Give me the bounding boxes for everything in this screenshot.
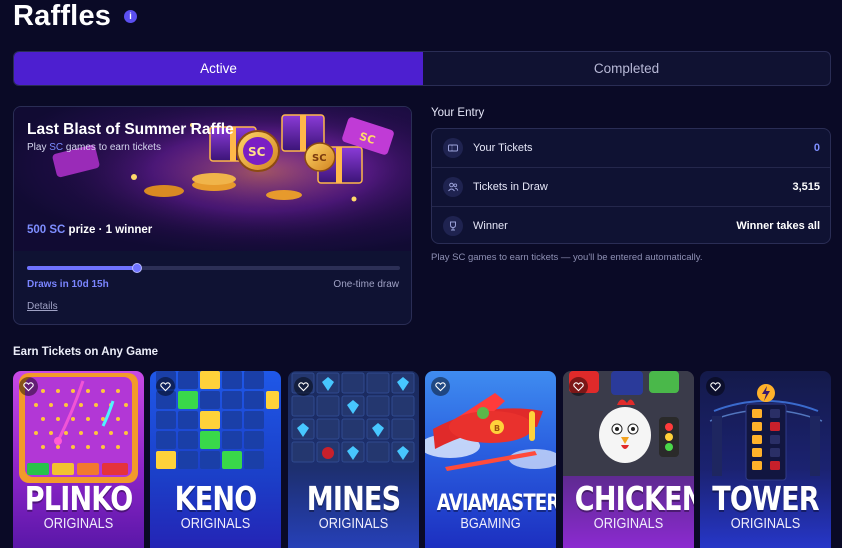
favorite-icon[interactable] <box>294 377 313 396</box>
game-provider: BGAMING <box>460 515 521 532</box>
favorite-icon[interactable] <box>706 377 725 396</box>
tab-active[interactable]: Active <box>14 52 423 85</box>
entry-note: Play SC games to earn tickets — you'll b… <box>431 252 703 263</box>
game-title: AVIAMASTERS <box>436 491 556 516</box>
favorite-icon[interactable] <box>19 377 38 396</box>
raffle-title: Last Blast of Summer Raffle <box>27 121 234 138</box>
game-title: KENO <box>174 479 258 518</box>
your-tickets-value: 0 <box>813 142 820 154</box>
entry-panel: Your Tickets 0 Tickets in Draw 3,515 Win… <box>431 128 831 244</box>
game-provider: ORIGINALS <box>43 515 114 532</box>
details-link[interactable]: Details <box>27 301 58 312</box>
entry-row-your-tickets: Your Tickets 0 <box>432 129 830 167</box>
entry-label: Winner <box>473 219 508 232</box>
page-title: Raffles <box>13 0 112 32</box>
entry-label: Tickets in Draw <box>473 180 548 193</box>
winner-value: Winner takes all <box>736 219 820 232</box>
draw-progress-knob <box>132 263 143 273</box>
ticket-icon <box>443 138 463 158</box>
users-icon <box>443 176 463 197</box>
game-card-mines[interactable]: MINES ORIGINALS <box>288 371 419 548</box>
game-provider: ORIGINALS <box>593 515 664 532</box>
draw-progress-fill <box>27 266 138 270</box>
your-entry-heading: Your Entry <box>431 107 485 119</box>
trophy-icon <box>443 215 463 236</box>
earn-tickets-heading: Earn Tickets on Any Game <box>13 346 159 358</box>
svg-text:SC: SC <box>248 145 266 159</box>
game-card-chicken[interactable]: CHICKEN ORIGINALS <box>563 371 694 548</box>
tickets-in-draw-value: 3,515 <box>792 180 820 193</box>
game-title: PLINKO <box>24 479 133 518</box>
game-provider: ORIGINALS <box>318 515 389 532</box>
tab-completed[interactable]: Completed <box>423 52 830 85</box>
game-card-tower[interactable]: TOWER ORIGINALS <box>700 371 831 548</box>
raffle-banner: SC SC SC Last Blast of Summer Raffle Pla… <box>14 107 411 251</box>
draws-in-countdown: Draws in 10d 15h <box>27 279 109 290</box>
raffle-subtitle: Play SC games to earn tickets <box>27 142 161 153</box>
favorite-icon[interactable] <box>569 377 588 396</box>
favorite-icon[interactable] <box>431 377 450 396</box>
svg-text:B: B <box>494 424 500 433</box>
entry-row-tickets-in-draw: Tickets in Draw 3,515 <box>432 167 830 205</box>
game-provider: ORIGINALS <box>730 515 801 532</box>
raffle-card[interactable]: SC SC SC Last Blast of Summer Raffle Pla… <box>13 106 412 325</box>
game-card-keno[interactable]: KENO ORIGINALS <box>150 371 281 548</box>
svg-text:SC: SC <box>312 153 327 164</box>
game-provider: ORIGINALS <box>180 515 251 532</box>
game-title: MINES <box>306 479 401 518</box>
favorite-icon[interactable] <box>156 377 175 396</box>
entry-label: Your Tickets <box>473 142 533 154</box>
draw-progress-bar <box>27 263 400 273</box>
game-title: TOWER <box>712 479 819 518</box>
game-title: CHICKEN <box>574 479 694 518</box>
game-card-plinko[interactable]: PLINKO ORIGINALS <box>13 371 144 548</box>
raffle-prize: 500 SC prize · 1 winner <box>27 224 153 236</box>
game-card-aviamasters[interactable]: B AVIAMASTERS BGAMING <box>425 371 556 548</box>
info-icon[interactable]: i <box>124 10 137 23</box>
raffle-tabs: Active Completed <box>13 51 831 86</box>
draw-type: One-time draw <box>333 279 399 290</box>
entry-row-winner: Winner Winner takes all <box>432 206 830 244</box>
